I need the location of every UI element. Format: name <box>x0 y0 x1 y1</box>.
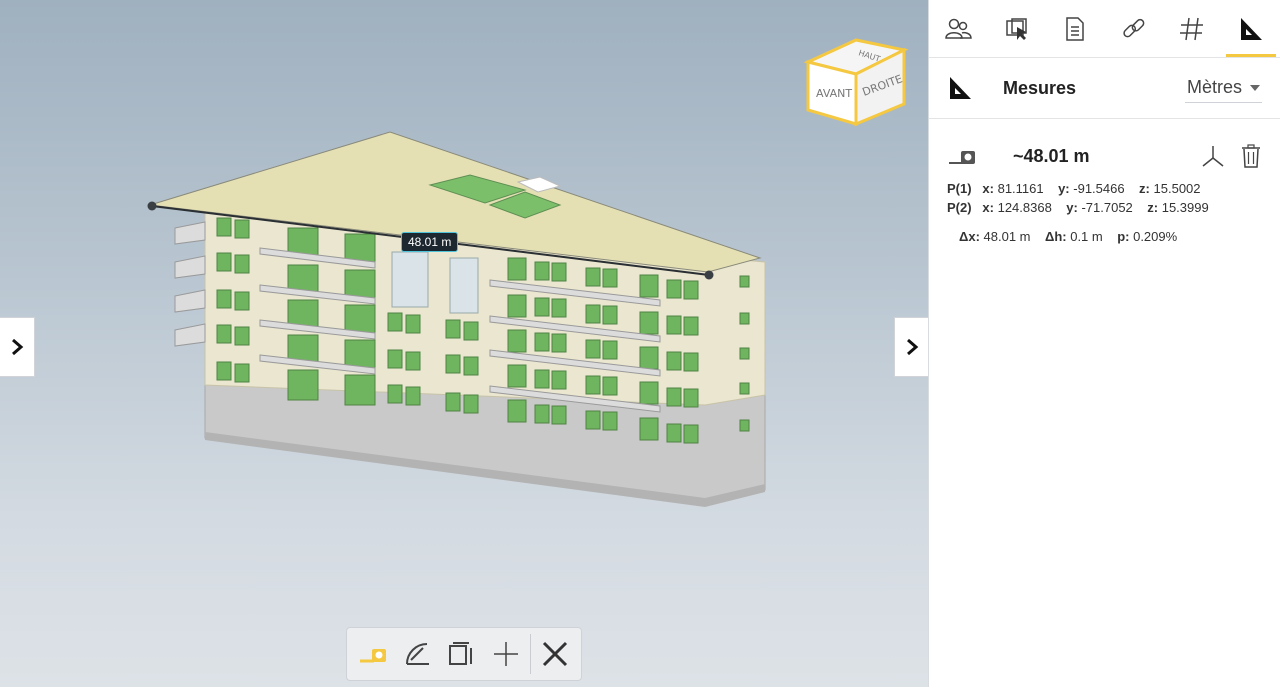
tab-properties[interactable] <box>1046 0 1105 57</box>
deltas-line: Δx: 48.01 m Δh: 0.1 m p: 0.209% <box>929 217 1280 256</box>
p1-y-value: -91.5466 <box>1073 181 1125 196</box>
panel-tabs <box>929 0 1280 58</box>
dh-value: 0.1 m <box>1070 229 1103 244</box>
area-measure-button[interactable] <box>441 634 481 674</box>
hash-icon <box>1180 17 1204 40</box>
trash-icon <box>1242 144 1260 168</box>
close-icon <box>542 641 567 667</box>
close-measure-button[interactable] <box>535 634 575 674</box>
view-cube[interactable]: HAUT AVANT DROITE <box>800 22 912 132</box>
delete-measurement-button[interactable] <box>1240 143 1262 169</box>
p1-x-value: 81.1161 <box>997 181 1044 196</box>
angle-measure-button[interactable] <box>397 634 437 674</box>
tab-grid[interactable] <box>1163 0 1222 57</box>
p-value: 0.209% <box>1133 229 1178 244</box>
crosshair-icon <box>493 642 518 666</box>
point-measure-button[interactable] <box>486 634 526 674</box>
building-model[interactable] <box>0 0 928 687</box>
p-label: p: <box>1117 229 1130 244</box>
chevron-right-icon <box>12 338 24 356</box>
measurement-row: ~48.01 m <box>929 119 1280 179</box>
panel-title: Mesures <box>1003 77 1077 98</box>
point-2-coords: P(2) x: 124.8368 y: -71.7052 z: 15.3999 <box>929 198 1280 217</box>
viewcube-front-label[interactable]: AVANT <box>816 87 852 100</box>
select-icon <box>1006 17 1027 40</box>
p2-y-value: -71.7052 <box>1081 200 1133 215</box>
p1-label: P(1) <box>947 181 972 196</box>
people-icon <box>945 18 973 39</box>
set-square-icon <box>1240 17 1262 40</box>
3d-viewport[interactable]: 48.01 m HAUT AVANT DROITE <box>0 0 928 687</box>
panel-header: Mesures Mètres <box>929 58 1280 119</box>
collapse-panel-button[interactable] <box>894 317 928 377</box>
dh-label: Δh: <box>1044 229 1067 244</box>
angle-icon <box>406 643 430 665</box>
tab-links[interactable] <box>1105 0 1164 57</box>
p2-label: P(2) <box>947 200 972 215</box>
toolbar-divider <box>529 634 531 674</box>
p1-x-label: x: <box>982 181 994 196</box>
unit-select-value: Mètres <box>1186 77 1242 97</box>
p2-x-label: x: <box>982 200 994 215</box>
measurement-value: ~48.01 m <box>1013 145 1090 166</box>
dx-value: 48.01 m <box>983 229 1031 244</box>
p2-y-label: y: <box>1066 200 1078 215</box>
chevron-right-icon <box>907 338 919 356</box>
point-1-coords: P(1) x: 81.1161 y: -91.5466 z: 15.5002 <box>929 179 1280 198</box>
tab-people[interactable] <box>929 0 988 57</box>
checklist-icon <box>1066 16 1084 41</box>
area-icon <box>449 642 473 665</box>
tape-measure-icon <box>360 649 387 663</box>
link-icon <box>1123 18 1145 37</box>
p1-z-label: z: <box>1139 181 1150 196</box>
measure-toolbar <box>346 627 582 681</box>
unit-select[interactable]: Mètres <box>1184 73 1262 103</box>
dx-label: Δx: <box>959 229 980 244</box>
expand-left-button[interactable] <box>0 317 35 377</box>
caret-down-icon <box>1250 84 1260 91</box>
axes-icon <box>1202 146 1224 167</box>
distance-measure-button[interactable] <box>353 634 393 674</box>
tape-measure-icon <box>949 151 975 164</box>
p1-y-label: y: <box>1058 181 1070 196</box>
measurement-label: 48.01 m <box>401 232 459 252</box>
p2-z-value: 15.3999 <box>1161 200 1209 215</box>
p2-x-value: 124.8368 <box>997 200 1052 215</box>
tab-measures[interactable] <box>1222 0 1280 57</box>
axes-button[interactable] <box>1200 143 1226 169</box>
set-square-icon <box>950 77 971 99</box>
side-panel: Mesures Mètres ~48.01 m P(1) x: 81.1161 … <box>928 0 1280 687</box>
tab-selection[interactable] <box>988 0 1047 57</box>
p2-z-label: z: <box>1147 200 1159 215</box>
p1-z-value: 15.5002 <box>1153 181 1201 196</box>
